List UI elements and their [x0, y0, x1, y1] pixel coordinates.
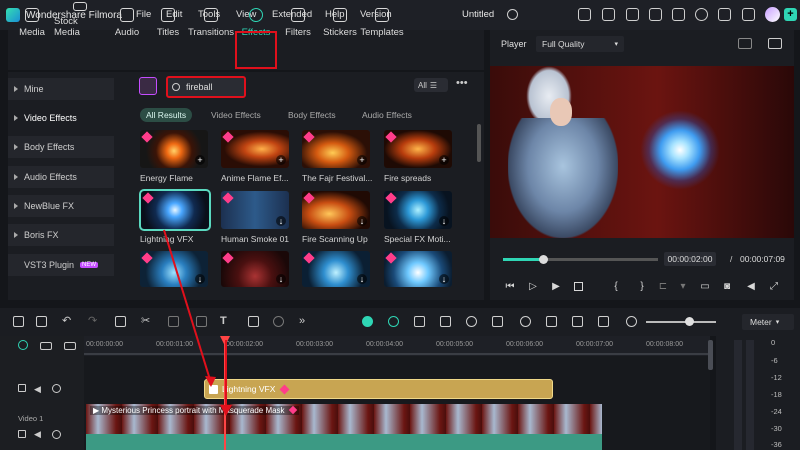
drag-arrow-line [163, 229, 212, 384]
meter-scale-label: -24 [771, 407, 782, 416]
meter-bar-right [746, 340, 754, 450]
playhead-arrow-head [220, 405, 232, 416]
meter-scale-label: -6 [771, 356, 778, 365]
meter-bar-left [734, 340, 742, 450]
meter-scale-label: 0 [771, 338, 776, 347]
annotation-arrows [163, 229, 232, 416]
drag-arrow-head [205, 376, 216, 387]
meter-scale-label: -36 [771, 440, 782, 449]
meter-scale-label: -12 [771, 373, 782, 382]
meter-scale-label: -18 [771, 390, 782, 399]
meter-dropdown[interactable]: Meter ▾ [742, 314, 794, 330]
chevron-down-icon: ▾ [775, 319, 780, 326]
meter-scale-label: -30 [771, 424, 782, 433]
timeline-scrollbar[interactable] [708, 340, 713, 370]
